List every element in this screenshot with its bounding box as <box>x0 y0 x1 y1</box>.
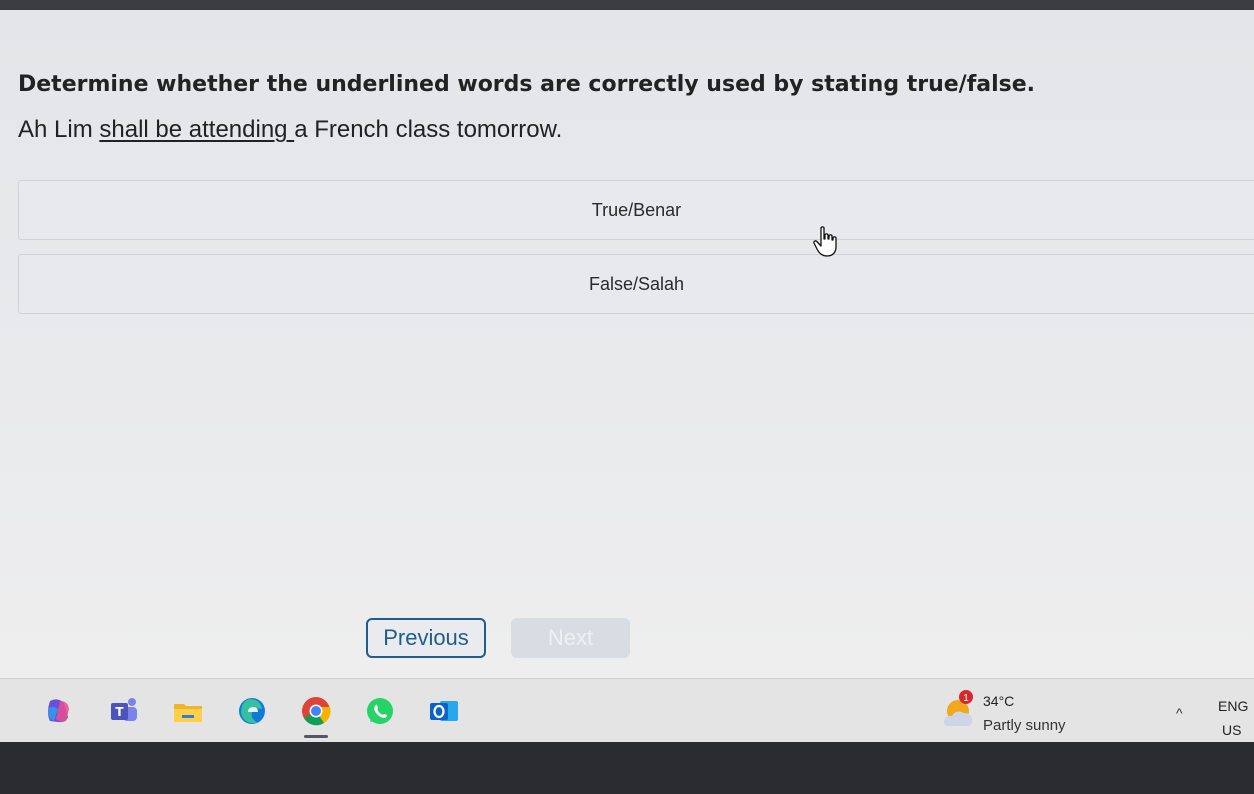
chrome-icon[interactable] <box>300 695 332 727</box>
windows-taskbar: T 1 34°C Partly sunny ^ ENG US <box>0 678 1254 743</box>
file-explorer-icon[interactable] <box>172 695 204 727</box>
question-sentence: Ah Lim shall be attending a French class… <box>18 116 1218 144</box>
weather-temperature: 34°C <box>983 693 1015 709</box>
sentence-start: Ah Lim <box>18 116 100 143</box>
copilot-icon[interactable] <box>42 695 74 727</box>
question-instruction: Determine whether the underlined words a… <box>18 72 1036 97</box>
previous-button[interactable]: Previous <box>366 618 486 658</box>
active-app-indicator <box>304 735 328 738</box>
hand-pointer-cursor-icon <box>813 226 837 257</box>
system-tray-chevron-icon[interactable]: ^ <box>1176 705 1183 721</box>
keyboard-region[interactable]: US <box>1222 722 1241 738</box>
answer-option-label: True/Benar <box>591 199 682 220</box>
answer-option-false[interactable]: False/Salah <box>18 254 1254 314</box>
outlook-icon[interactable] <box>428 695 460 727</box>
sentence-end: a French class tomorrow. <box>294 116 563 143</box>
edge-icon[interactable] <box>236 695 268 727</box>
whatsapp-icon[interactable] <box>364 695 396 727</box>
svg-text:T: T <box>115 705 124 719</box>
weather-badge-count: 1 <box>963 693 969 704</box>
monitor-bezel-bottom <box>0 742 1254 794</box>
teams-icon[interactable]: T <box>108 695 140 727</box>
answer-option-label: False/Salah <box>588 273 685 294</box>
answer-option-true[interactable]: True/Benar <box>18 180 1254 240</box>
quiz-screen: Determine whether the underlined words a… <box>0 10 1254 678</box>
partly-sunny-weather-icon[interactable]: 1 <box>940 689 980 731</box>
underlined-phrase: shall be attending <box>99 116 295 143</box>
next-button[interactable]: Next <box>511 618 630 658</box>
input-language[interactable]: ENG <box>1218 698 1248 714</box>
weather-condition: Partly sunny <box>983 717 1066 734</box>
